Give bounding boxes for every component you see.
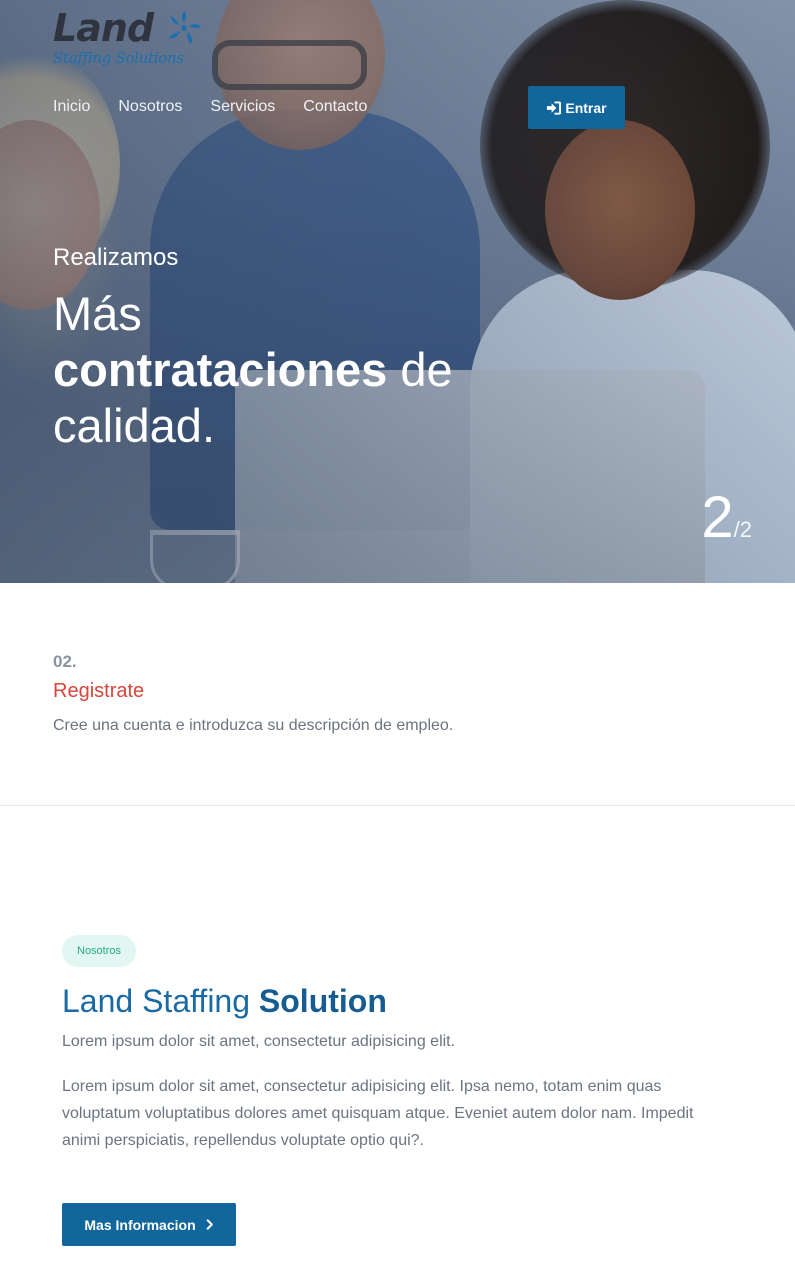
hero-eyebrow: Realizamos [53, 244, 179, 271]
site-logo[interactable]: Land Staffing Solutions [53, 6, 213, 72]
hero-title-rest: de [387, 343, 453, 396]
slide-total: /2 [733, 517, 752, 542]
login-button[interactable]: Entrar [528, 86, 625, 129]
logo-tagline: Staffing Solutions [53, 49, 184, 67]
about-title-regular: Land Staffing [62, 983, 259, 1019]
main-nav: Inicio Nosotros Servicios Contacto [53, 97, 395, 117]
logo-word: Land [53, 6, 154, 50]
hero-title: Más contrataciones de calidad. [53, 286, 573, 454]
nav-item-servicios[interactable]: Servicios [210, 97, 275, 117]
hero-title-line1: Más [53, 287, 142, 340]
more-info-button-label: Mas Informacion [84, 1216, 196, 1233]
step-title: Registrate [53, 680, 145, 702]
about-lead: Lorem ipsum dolor sit amet, consectetur … [62, 1033, 456, 1050]
about-title: Land Staffing Solution [62, 979, 742, 1023]
step-block: 02. Registrate Cree una cuenta e introdu… [53, 650, 753, 737]
step-description: Cree una cuenta e introduzca su descripc… [53, 717, 454, 734]
logo-mark-icon [168, 10, 202, 45]
nav-item-inicio[interactable]: Inicio [53, 97, 90, 117]
about-section: Nosotros Land Staffing Solution Lorem ip… [62, 935, 742, 1154]
nav-item-nosotros[interactable]: Nosotros [118, 97, 182, 117]
hero-title-line3: calidad. [53, 399, 215, 452]
sign-in-icon [547, 100, 562, 115]
slide-counter: 2/2 [701, 488, 752, 548]
slide-current: 2 [701, 485, 734, 550]
more-info-button[interactable]: Mas Informacion [62, 1203, 236, 1246]
section-badge: Nosotros [62, 935, 137, 967]
section-divider [0, 805, 795, 806]
about-title-bold: Solution [258, 983, 387, 1019]
hero-title-bold: contrataciones [53, 343, 388, 396]
nav-item-contacto[interactable]: Contacto [303, 97, 367, 117]
step-number: 02. [53, 652, 77, 671]
login-button-label: Entrar [565, 99, 607, 116]
chevron-right-icon [206, 1219, 213, 1230]
about-body: Lorem ipsum dolor sit amet, consectetur … [62, 1078, 694, 1149]
hero-banner: Land Staffing Solutions Inicio Nosotros … [0, 0, 795, 583]
